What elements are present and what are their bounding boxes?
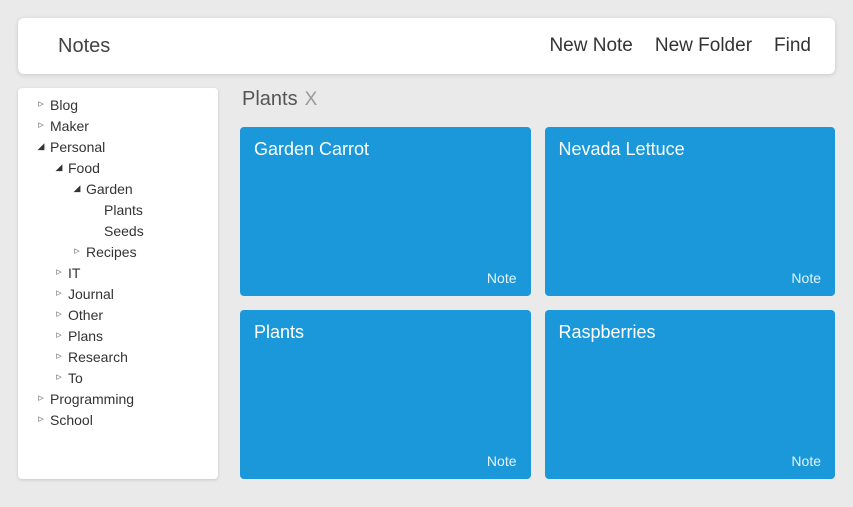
note-card-title: Nevada Lettuce <box>559 139 822 160</box>
caret-right-icon[interactable]: ▹ <box>72 246 82 257</box>
tree-item[interactable]: Seeds <box>18 220 218 241</box>
caret-right-icon[interactable]: ▹ <box>54 267 64 278</box>
note-card[interactable]: Nevada Lettuce Note <box>545 127 836 296</box>
tree-item[interactable]: ▹ Programming <box>18 388 218 409</box>
tree-item-label: Personal <box>50 139 105 155</box>
note-card-type: Note <box>791 270 821 286</box>
tree-item[interactable]: ▹ Research <box>18 346 218 367</box>
new-folder-button[interactable]: New Folder <box>655 35 752 57</box>
caret-down-icon[interactable]: ◢ <box>72 184 82 193</box>
tree-item-label: Seeds <box>104 223 144 239</box>
tree-item-label: Maker <box>50 118 89 134</box>
find-button[interactable]: Find <box>774 35 811 57</box>
tree-item[interactable]: ◢ Garden <box>18 178 218 199</box>
caret-right-icon[interactable]: ▹ <box>54 351 64 362</box>
caret-right-icon[interactable]: ▹ <box>54 372 64 383</box>
caret-right-icon[interactable]: ▹ <box>54 288 64 299</box>
tree-item-label: Recipes <box>86 244 137 260</box>
tree-item[interactable]: ▹ Recipes <box>18 241 218 262</box>
note-card-title: Raspberries <box>559 322 822 343</box>
note-card[interactable]: Plants Note <box>240 310 531 479</box>
tree-item[interactable]: ▹ Plans <box>18 325 218 346</box>
breadcrumb-title: Plants <box>242 88 298 111</box>
tree-item-label: Food <box>68 160 100 176</box>
app-title: Notes <box>58 35 110 58</box>
tree-item[interactable]: ▹ IT <box>18 262 218 283</box>
tree-item-label: Other <box>68 307 103 323</box>
tree-item[interactable]: ◢ Personal <box>18 136 218 157</box>
note-card-type: Note <box>487 453 517 469</box>
tree-item-label: School <box>50 412 93 428</box>
tree-item-label: Plants <box>104 202 143 218</box>
breadcrumb-close-icon[interactable]: X <box>305 89 318 111</box>
tree-item-label: Garden <box>86 181 133 197</box>
caret-down-icon[interactable]: ◢ <box>54 163 64 172</box>
tree-item[interactable]: ▹ Maker <box>18 115 218 136</box>
top-bar: Notes New Note New Folder Find <box>18 18 835 74</box>
note-card[interactable]: Garden Carrot Note <box>240 127 531 296</box>
caret-down-icon[interactable]: ◢ <box>36 142 46 151</box>
tree-item-label: Journal <box>68 286 114 302</box>
note-card-title: Garden Carrot <box>254 139 517 160</box>
note-card-type: Note <box>791 453 821 469</box>
tree-item-label: Blog <box>50 97 78 113</box>
folder-tree: ▹ Blog ▹ Maker ◢ Personal ◢ Food ◢ Garden Plants Se… <box>18 88 218 479</box>
tree-item[interactable]: ▹ School <box>18 409 218 430</box>
tree-item-label: IT <box>68 265 80 281</box>
note-cards: Garden CarrotNoteNevada LettuceNotePlant… <box>240 127 835 479</box>
tree-item-label: Plans <box>68 328 103 344</box>
caret-right-icon[interactable]: ▹ <box>36 99 46 110</box>
caret-right-icon[interactable]: ▹ <box>36 120 46 131</box>
top-actions: New Note New Folder Find <box>549 35 811 57</box>
breadcrumb: Plants X <box>240 88 835 111</box>
tree-item-label: To <box>68 370 83 386</box>
new-note-button[interactable]: New Note <box>549 35 632 57</box>
main-content: Plants X Garden CarrotNoteNevada Lettuce… <box>240 88 835 479</box>
tree-item[interactable]: ▹ Other <box>18 304 218 325</box>
caret-right-icon[interactable]: ▹ <box>36 393 46 404</box>
tree-item-label: Research <box>68 349 128 365</box>
tree-item[interactable]: ▹ Journal <box>18 283 218 304</box>
caret-right-icon[interactable]: ▹ <box>54 330 64 341</box>
tree-item[interactable]: ▹ To <box>18 367 218 388</box>
note-card[interactable]: Raspberries Note <box>545 310 836 479</box>
note-card-title: Plants <box>254 322 517 343</box>
tree-item-label: Programming <box>50 391 134 407</box>
tree-item[interactable]: ◢ Food <box>18 157 218 178</box>
tree-item[interactable]: ▹ Blog <box>18 94 218 115</box>
note-card-type: Note <box>487 270 517 286</box>
caret-right-icon[interactable]: ▹ <box>36 414 46 425</box>
tree-item[interactable]: Plants <box>18 199 218 220</box>
caret-right-icon[interactable]: ▹ <box>54 309 64 320</box>
